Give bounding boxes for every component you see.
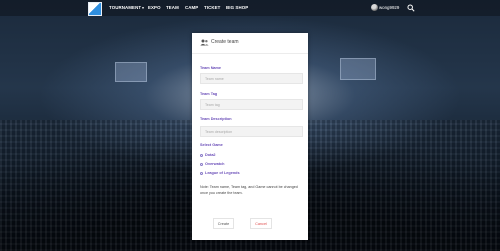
site-logo[interactable]: [88, 2, 102, 16]
avatar[interactable]: [371, 4, 378, 11]
cancel-button[interactable]: Cancel: [250, 218, 272, 229]
users-icon: [200, 39, 209, 46]
nav-item-camp[interactable]: CAMP: [185, 3, 198, 12]
search-icon[interactable]: [407, 4, 415, 12]
create-team-modal: Create team Team Name Team name Team Tag…: [192, 33, 308, 240]
create-button[interactable]: Create: [213, 218, 234, 229]
arena-screen-right: [340, 58, 376, 80]
team-tag-input[interactable]: Team tag: [200, 99, 303, 110]
game-option-dota2[interactable]: Dota2: [200, 153, 216, 158]
radio-icon: [200, 172, 203, 175]
modal-title: Create team: [211, 39, 239, 45]
create-team-note: Note: Team name, Team tag, and Game cann…: [200, 185, 298, 195]
team-tag-label: Team Tag: [200, 92, 218, 96]
team-description-label: Team Description: [200, 117, 232, 121]
nav-item-big-shop[interactable]: BIG SHOP: [226, 3, 248, 12]
arena-screen-left: [115, 62, 147, 82]
team-name-input[interactable]: Team name: [200, 73, 303, 84]
modal-header: Create team: [192, 33, 308, 54]
select-game-label: Select Game: [200, 143, 223, 147]
team-description-input[interactable]: Team description: [200, 126, 303, 137]
team-name-label: Team Name: [200, 66, 222, 70]
chevron-down-icon: ▾: [142, 6, 144, 10]
radio-icon: [200, 154, 203, 157]
game-option-league-of-legends[interactable]: League of Legends: [200, 171, 240, 176]
nav-item-tournament[interactable]: TOURNAMENT▾: [109, 3, 144, 13]
nav-item-team[interactable]: TEAM: [166, 3, 179, 12]
top-navbar: TOURNAMENT▾ EXPO TEAM CAMP TICKET BIG SH…: [0, 0, 500, 16]
game-option-overwatch[interactable]: Overwatch: [200, 162, 224, 167]
username[interactable]: wong9929: [379, 3, 399, 12]
nav-item-ticket[interactable]: TICKET: [204, 3, 220, 12]
radio-icon: [200, 163, 203, 166]
nav-item-expo[interactable]: EXPO: [148, 3, 161, 12]
